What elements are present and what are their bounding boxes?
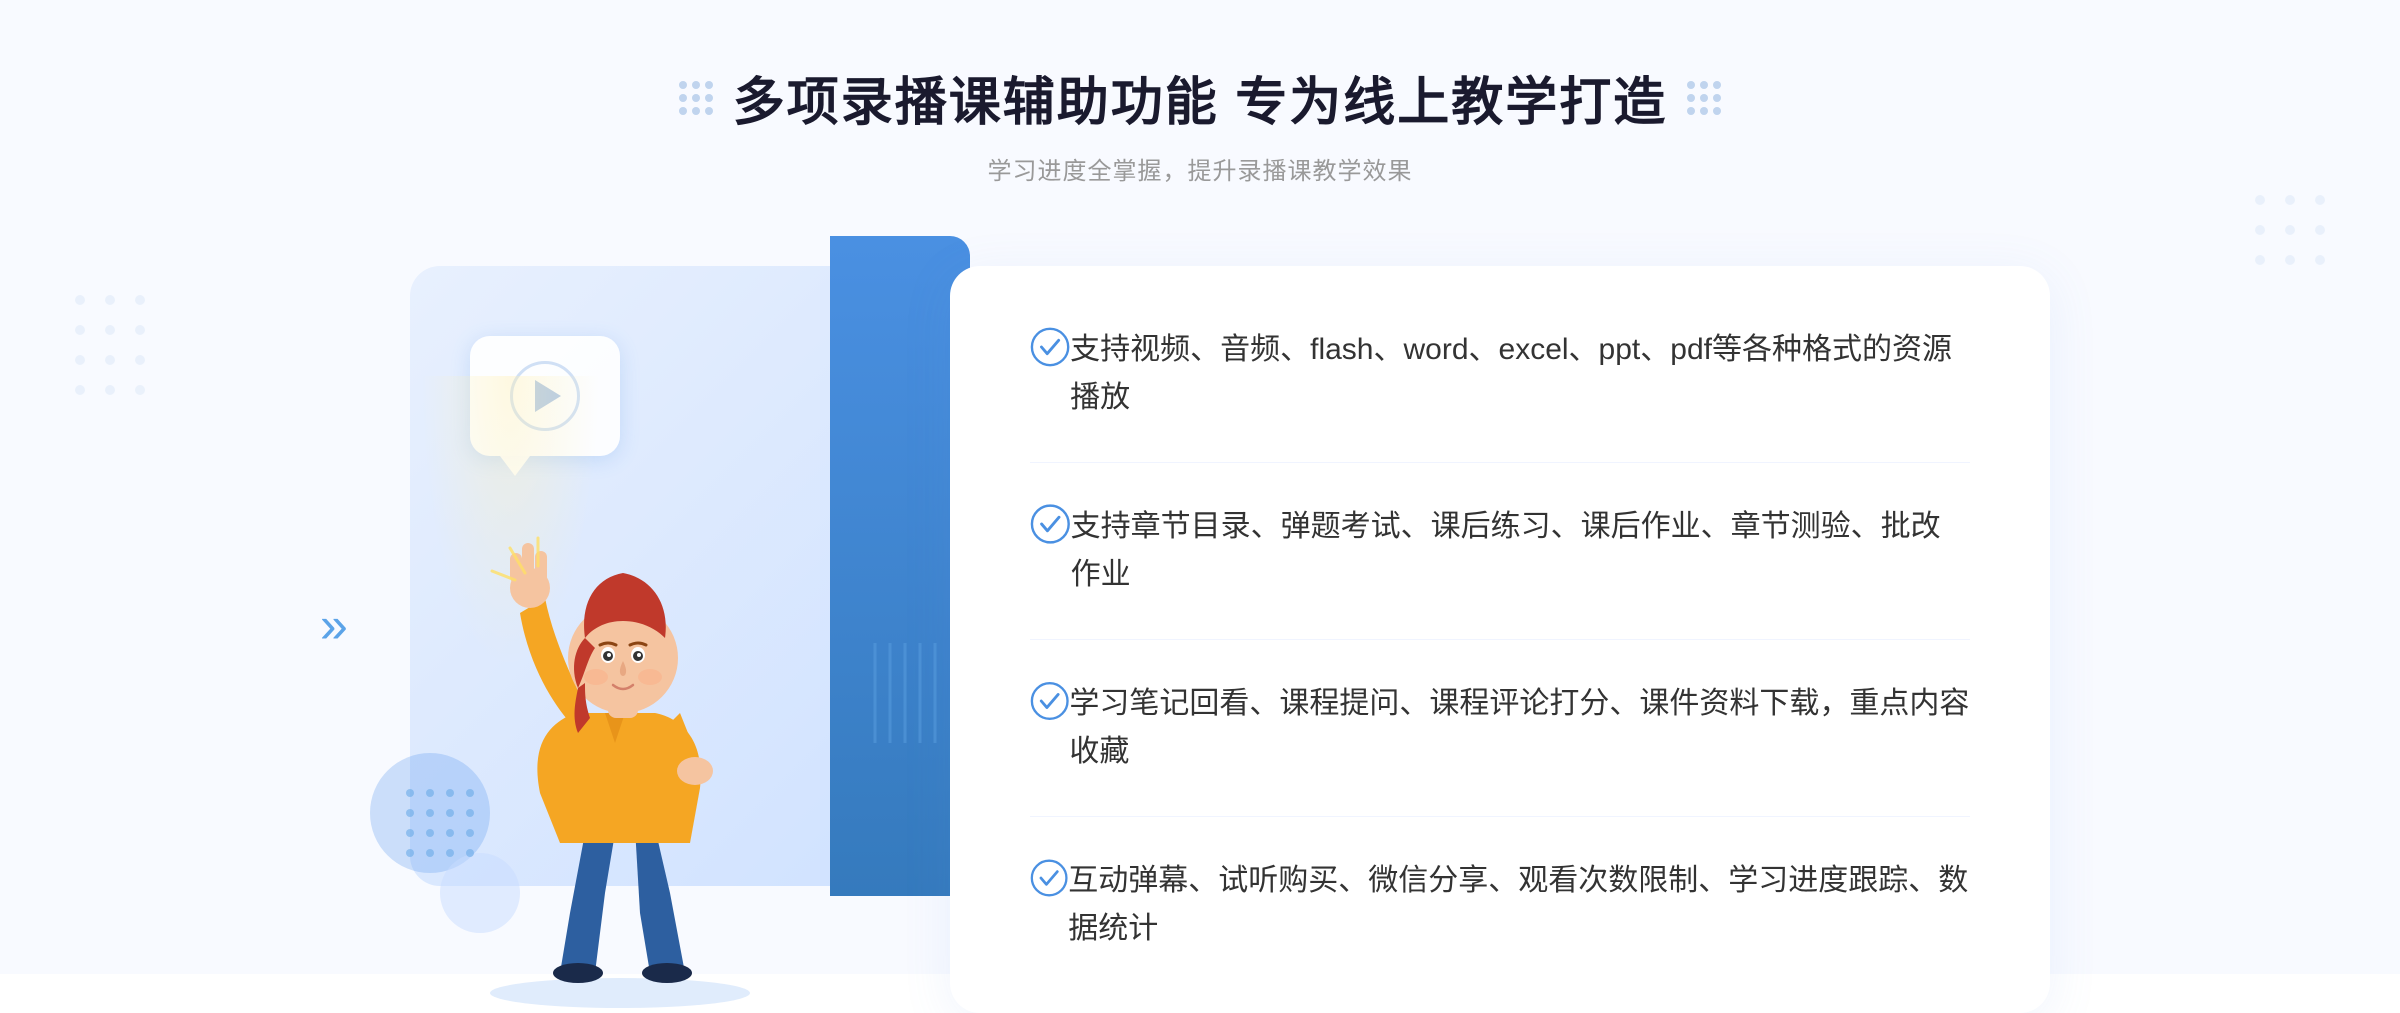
feature-item-2: 支持章节目录、弹题考试、课后练习、课后作业、章节测验、批改作业 (1030, 463, 1970, 640)
check-icon-1 (1030, 326, 1070, 368)
person-illustration (430, 433, 810, 1013)
feature-text-1: 支持视频、音频、flash、word、excel、ppt、pdf等各种格式的资源… (1070, 326, 1970, 422)
illustration-container: » (350, 236, 970, 1013)
play-icon-circle (510, 361, 580, 431)
header-section: 多项录播课辅助功能 专为线上教学打造 学习进度全掌握，提升录播课教学效果 (679, 60, 1721, 186)
left-deco-dots (679, 81, 713, 115)
content-area: » (350, 236, 2050, 1013)
title-row: 多项录播课辅助功能 专为线上教学打造 (679, 60, 1721, 135)
feature-item-4: 互动弹幕、试听购买、微信分享、观看次数限制、学习进度跟踪、数据统计 (1030, 817, 1970, 953)
right-deco-dots (1687, 81, 1721, 115)
feature-text-2: 支持章节目录、弹题考试、课后练习、课后作业、章节测验、批改作业 (1071, 503, 1970, 599)
features-panel: 支持视频、音频、flash、word、excel、ppt、pdf等各种格式的资源… (950, 266, 2050, 1013)
feature-item-3: 学习笔记回看、课程提问、课程评论打分、课件资料下载，重点内容收藏 (1030, 640, 1970, 817)
page-container: 多项录播课辅助功能 专为线上教学打造 学习进度全掌握，提升录播课教学效果 » (0, 0, 2400, 974)
stripes-decoration (865, 643, 945, 743)
feature-text-3: 学习笔记回看、课程提问、课程评论打分、课件资料下载，重点内容收藏 (1069, 680, 1970, 776)
left-arrow-decoration: » (320, 600, 348, 650)
check-icon-4 (1030, 857, 1068, 899)
main-title: 多项录播课辅助功能 专为线上教学打造 (733, 60, 1667, 135)
check-icon-3 (1030, 680, 1069, 722)
illus-blue-panel (830, 236, 970, 896)
subtitle: 学习进度全掌握，提升录播课教学效果 (679, 151, 1721, 186)
feature-text-4: 互动弹幕、试听购买、微信分享、观看次数限制、学习进度跟踪、数据统计 (1068, 857, 1970, 953)
check-icon-2 (1030, 503, 1071, 545)
play-triangle-icon (535, 380, 561, 412)
feature-item-1: 支持视频、音频、flash、word、excel、ppt、pdf等各种格式的资源… (1030, 326, 1970, 463)
